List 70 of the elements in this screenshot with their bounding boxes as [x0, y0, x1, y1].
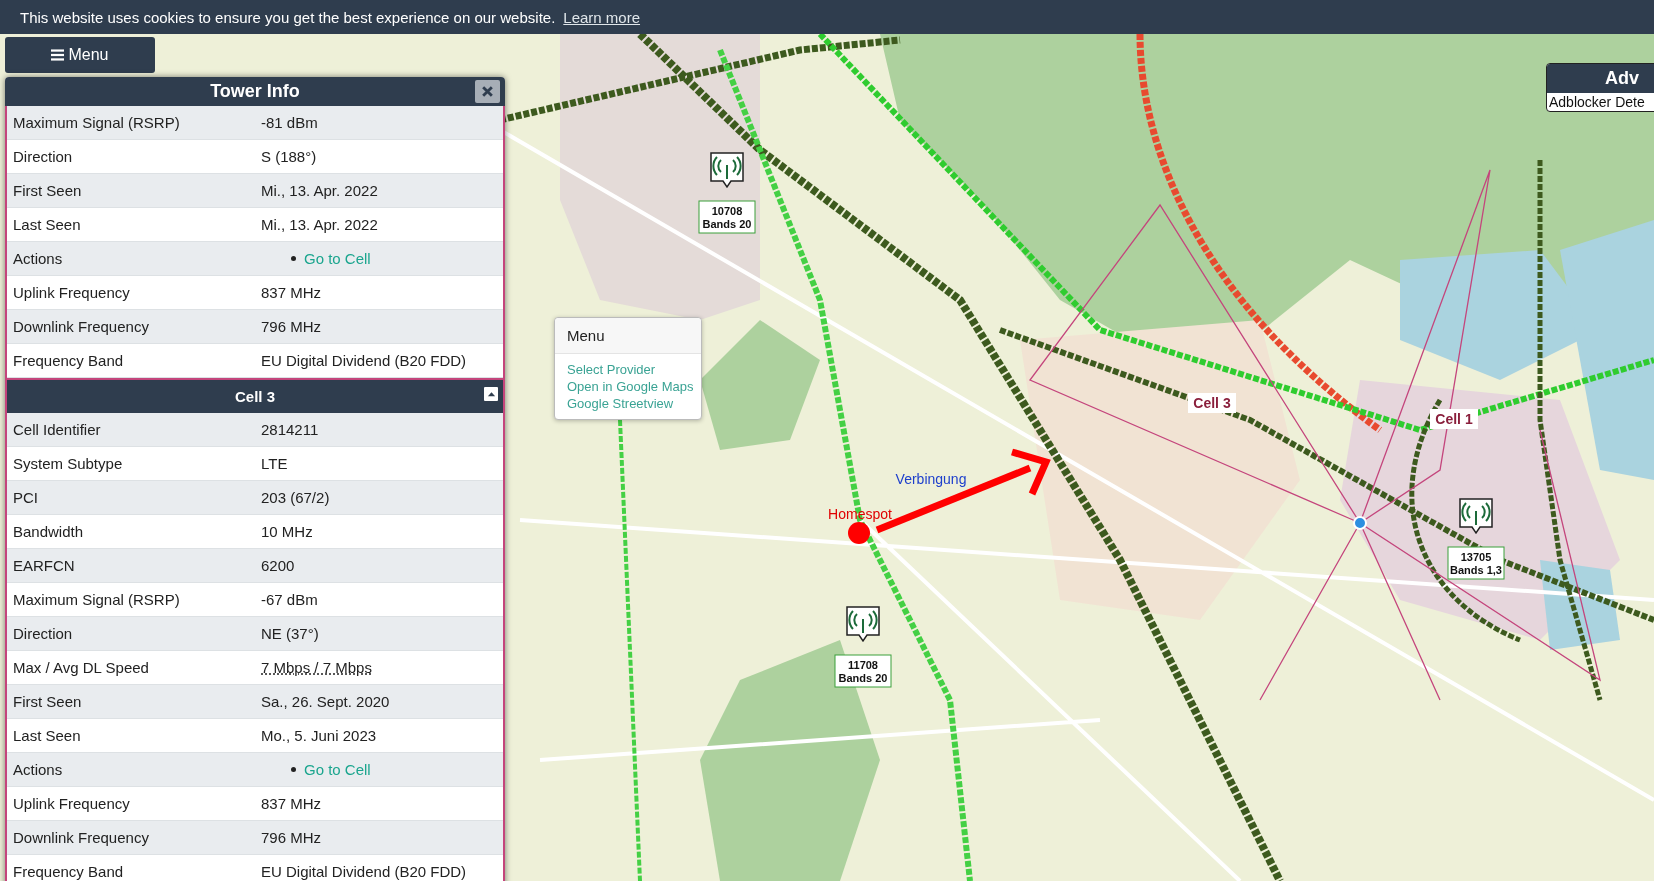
homespot-dot[interactable] [848, 522, 870, 544]
go-to-cell-link[interactable]: Go to Cell [304, 761, 371, 778]
field-label: System Subtype [12, 455, 124, 472]
field-label: Maximum Signal (RSRP) [12, 114, 181, 131]
field-label: Last Seen [12, 727, 82, 744]
field-value: Mi., 13. Apr. 2022 [261, 216, 378, 233]
field-label: Frequency Band [12, 352, 125, 369]
field-value: EU Digital Dividend (B20 FDD) [261, 863, 467, 880]
field-value: Mo., 5. Juni 2023 [261, 727, 377, 744]
field-label: PCI [12, 489, 39, 506]
field-value: 796 MHz [261, 829, 322, 846]
field-label: Cell Identifier [12, 421, 102, 438]
field-value: 837 MHz [261, 284, 322, 301]
field-label: First Seen [12, 182, 83, 199]
close-icon [481, 85, 494, 98]
panel-title: Tower Info [210, 81, 300, 102]
field-label: Uplink Frequency [12, 284, 131, 301]
field-value: 837 MHz [261, 795, 322, 812]
cookie-notice-text: This website uses cookies to ensure you get the best experience on our website. [20, 8, 556, 26]
cell-title: Cell 3 [235, 388, 275, 405]
field-value: -67 dBm [261, 591, 318, 608]
field-value: S (188°) [261, 148, 317, 165]
field-value: 203 (67/2) [261, 489, 330, 506]
field-label: Last Seen [12, 216, 82, 233]
field-value: Mi., 13. Apr. 2022 [261, 182, 378, 199]
field-value: LTE [261, 455, 288, 472]
field-value: Sa., 26. Sept. 2020 [261, 693, 390, 710]
go-to-cell-link[interactable]: Go to Cell [304, 250, 371, 267]
cell-label: Cell 3 [1188, 393, 1236, 413]
field-label: Max / Avg DL Speed [12, 659, 150, 676]
menu-link[interactable]: Google Streetview [567, 396, 689, 411]
field-label: Actions [12, 250, 64, 267]
field-label: Bandwidth [12, 523, 85, 540]
notice-title: Adv [1547, 64, 1654, 93]
field-label: Direction [12, 148, 74, 165]
menu-link[interactable]: Select Provider [567, 362, 689, 377]
connection-label: Verbingung [895, 471, 967, 487]
caret-up-icon [486, 389, 496, 399]
menu-title: Menu [555, 318, 701, 354]
tower-label: 13705 Bands 1,3 [1447, 546, 1505, 580]
field-label: Downlink Frequency [12, 318, 150, 335]
field-value: NE (37°) [261, 625, 319, 642]
tower-label: 10708 Bands 20 [698, 200, 756, 234]
field-label: First Seen [12, 693, 83, 710]
field-value: 6200 [261, 557, 295, 574]
location-dot [1353, 516, 1367, 530]
notice-text: Adblocker Dete [1548, 93, 1646, 111]
field-value: 7 Mbps / 7 Mbps [261, 659, 372, 676]
field-label: EARFCN [12, 557, 76, 574]
bullet-icon [291, 256, 296, 261]
field-label: Actions [12, 761, 64, 778]
bullet-icon [291, 767, 296, 772]
menu-button[interactable]: Menu [5, 37, 155, 73]
field-label: Maximum Signal (RSRP) [12, 591, 181, 608]
field-value: EU Digital Dividend (B20 FDD) [261, 352, 467, 369]
collapse-toggle[interactable] [484, 387, 498, 401]
field-value: 2814211 [261, 421, 319, 438]
field-label: Frequency Band [12, 863, 125, 880]
field-label: Downlink Frequency [12, 829, 150, 846]
menu-icon [51, 49, 65, 61]
homespot-label: Homespot [828, 506, 892, 522]
field-value: 796 MHz [261, 318, 322, 335]
cell-label: Cell 1 [1430, 409, 1478, 429]
field-label: Direction [12, 625, 74, 642]
tower-label: 11708 Bands 20 [834, 654, 892, 688]
close-button[interactable] [475, 80, 500, 103]
field-label: Uplink Frequency [12, 795, 131, 812]
field-value: 10 MHz [261, 523, 313, 540]
field-value: -81 dBm [261, 114, 318, 131]
learn-more-link[interactable]: Learn more [563, 8, 641, 26]
